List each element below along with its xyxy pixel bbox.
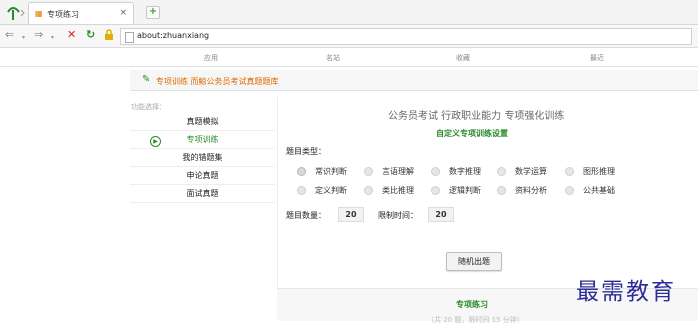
site-nav-apps[interactable]: 应用 — [204, 53, 218, 63]
bottom-subtitle: （共 20 题，限时间 15 分钟） — [427, 316, 524, 324]
type-label: 题目类型： — [286, 147, 326, 156]
site-nav-famous-sites[interactable]: 名站 — [326, 53, 340, 63]
sidebar-item-essay-exam[interactable]: 申论真题 — [130, 167, 275, 185]
browser-tab[interactable]: ▦ 专项练习 × — [28, 2, 134, 24]
bottom-title: 专项练习 — [456, 300, 488, 309]
radio-type-verbal[interactable] — [364, 167, 373, 176]
active-arrow-icon: ▶ — [150, 136, 161, 147]
question-count-label: 题目数量： — [286, 211, 326, 220]
option-verbal[interactable]: 言语理解 — [382, 166, 414, 177]
sidebar-item-wrong-questions[interactable]: 我的错题集 — [130, 149, 275, 167]
watermark: 最需教育 — [576, 279, 676, 305]
browser-app-icon — [2, 2, 28, 22]
forward-arrow-icon[interactable]: ⇒ — [34, 29, 43, 41]
question-count-input[interactable]: 20 — [338, 207, 364, 222]
custom-settings-title: 自定义专项训练设置 — [436, 129, 508, 138]
radio-type-logic[interactable] — [431, 186, 440, 195]
radio-type-public-basics[interactable] — [565, 186, 574, 195]
option-number-reasoning[interactable]: 数字推理 — [449, 166, 481, 177]
browser-nav-bar: ⇐ ▾ ⇒ ▾ ✕ ↻ about:zhuanxiang — [0, 25, 698, 48]
site-nav-favorites[interactable]: 收藏 — [456, 53, 470, 63]
radio-type-analogy[interactable] — [364, 186, 373, 195]
radio-type-figure[interactable] — [565, 167, 574, 176]
option-logic[interactable]: 逻辑判断 — [449, 185, 481, 196]
radio-type-number-reasoning[interactable] — [431, 167, 440, 176]
browser-tab-bar: ▦ 专项练习 × + — [0, 0, 698, 25]
option-public-basics[interactable]: 公共基础 — [583, 185, 615, 196]
option-figure[interactable]: 图形推理 — [583, 166, 615, 177]
radio-type-common-sense[interactable] — [297, 167, 306, 176]
back-dropdown-icon[interactable]: ▾ — [22, 34, 25, 41]
tab-title: 专项练习 — [47, 10, 79, 19]
main-heading: 公务员考试 行政职业能力 专项强化训练 — [388, 111, 565, 122]
sidebar-item-mock-exam[interactable]: 真题模拟 — [130, 113, 275, 131]
radio-type-math[interactable] — [497, 167, 506, 176]
new-tab-button[interactable]: + — [146, 6, 160, 19]
sidebar-item-interview-exam[interactable]: 面试真题 — [130, 185, 275, 203]
site-nav-recent[interactable]: 最近 — [590, 53, 604, 63]
pencil-icon: ✎ — [142, 74, 151, 85]
site-nav: 应用 名站 收藏 最近 — [0, 48, 698, 67]
page-title: 专项训练 而鲸公务员考试真题题库 — [156, 77, 279, 86]
option-math[interactable]: 数学运算 — [515, 166, 547, 177]
page-title-bar: ✎ 专项训练 而鲸公务员考试真题题库 — [130, 70, 698, 91]
reload-icon[interactable]: ↻ — [86, 29, 95, 41]
option-data-analysis[interactable]: 资料分析 — [515, 185, 547, 196]
random-generate-button[interactable]: 随机出题 — [446, 252, 502, 271]
sidebar-label: 功能选择： — [131, 103, 166, 111]
radio-type-data-analysis[interactable] — [497, 186, 506, 195]
address-url[interactable]: about:zhuanxiang — [137, 31, 209, 40]
back-arrow-icon[interactable]: ⇐ — [5, 29, 14, 41]
option-definition[interactable]: 定义判断 — [315, 185, 347, 196]
address-bar[interactable]: about:zhuanxiang — [120, 28, 692, 45]
radio-type-definition[interactable] — [297, 186, 306, 195]
page-icon — [125, 32, 134, 43]
option-common-sense[interactable]: 常识判断 — [315, 166, 347, 177]
lock-icon[interactable] — [104, 29, 114, 44]
tab-favicon-icon: ▦ — [35, 9, 43, 18]
time-limit-input[interactable]: 20 — [428, 207, 454, 222]
forward-dropdown-icon[interactable]: ▾ — [51, 34, 54, 41]
time-limit-label: 限制时间： — [378, 211, 418, 220]
close-tab-icon[interactable]: × — [119, 8, 127, 18]
option-analogy[interactable]: 类比推理 — [382, 185, 414, 196]
stop-icon[interactable]: ✕ — [67, 29, 76, 41]
